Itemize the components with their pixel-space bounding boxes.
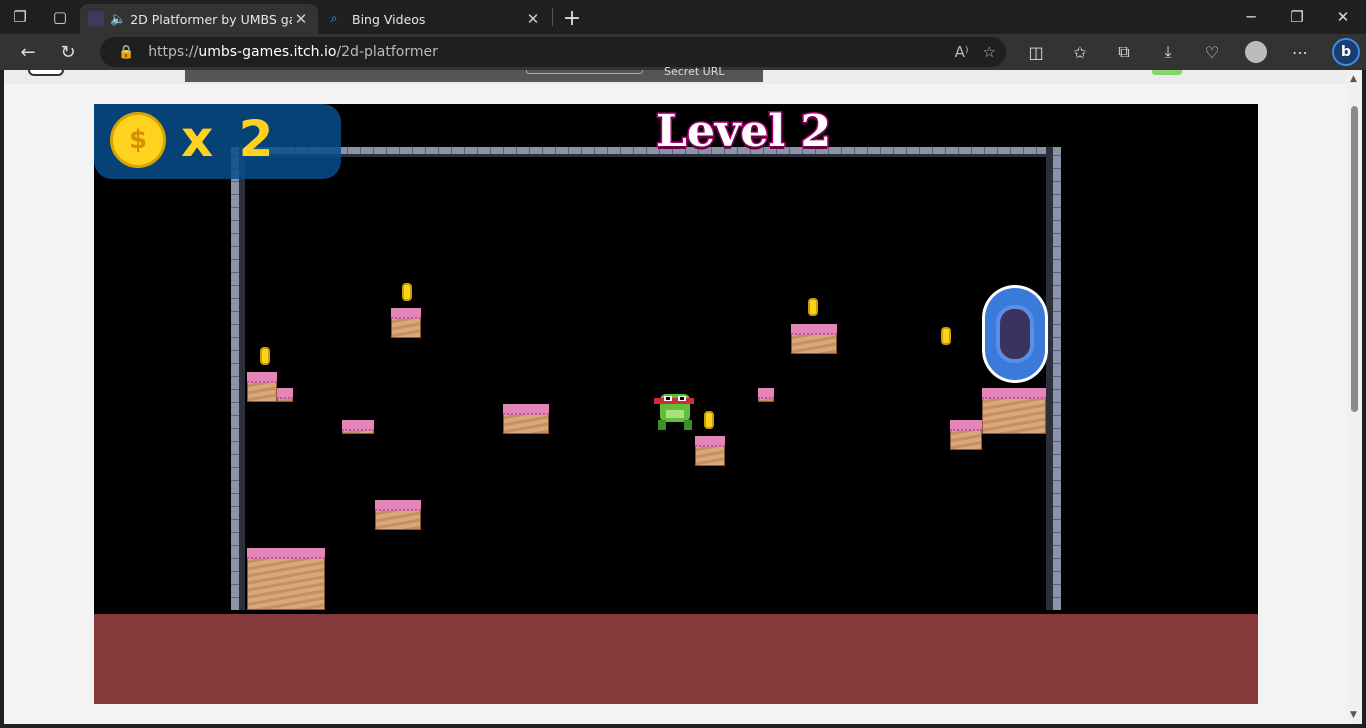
bing-copilot-icon[interactable]: b <box>1332 38 1360 66</box>
address-bar[interactable]: 🔒 https://umbs-games.itch.io/2d-platform… <box>100 37 1006 67</box>
platform <box>277 388 293 402</box>
game-floor-band <box>94 614 1258 704</box>
profile-avatar[interactable] <box>1245 41 1267 63</box>
close-tab-icon[interactable]: ✕ <box>292 10 310 28</box>
close-tab-icon[interactable]: ✕ <box>524 10 542 28</box>
tab-bing-videos[interactable]: ⌕ Bing Videos ✕ <box>318 4 550 34</box>
lock-icon[interactable]: 🔒 <box>118 45 134 60</box>
tab-actions-icon[interactable]: ▢ <box>40 0 80 34</box>
tab-2d-platformer[interactable]: 🔈 2D Platformer by UMBS games ✕ <box>80 4 318 34</box>
tab-title: Bing Videos <box>352 11 426 27</box>
coin <box>704 411 714 429</box>
wall-right <box>1046 147 1061 610</box>
restore-icon[interactable]: ❐ <box>1274 0 1320 34</box>
scroll-down-icon[interactable]: ▼ <box>1350 710 1357 720</box>
platform <box>391 308 421 338</box>
green-header-button[interactable] <box>1152 70 1182 75</box>
speaker-icon[interactable]: 🔈 <box>110 12 126 27</box>
more-icon[interactable]: ⋯ <box>1278 43 1322 62</box>
platform <box>982 388 1046 434</box>
wall-top <box>231 147 1061 157</box>
tab-title: 2D Platformer by UMBS games <box>130 11 292 27</box>
split-screen-icon[interactable]: ◫ <box>1014 43 1058 62</box>
platform <box>950 420 982 450</box>
tab-separator <box>552 8 553 26</box>
exit-portal <box>982 285 1048 383</box>
page-search-field[interactable] <box>526 70 643 74</box>
coin-icon: $ <box>110 112 166 168</box>
url-path: /2d-platformer <box>336 44 438 60</box>
coin <box>260 347 270 365</box>
url-host: umbs-games.itch.io <box>198 44 337 60</box>
workspaces-icon[interactable]: ❐ <box>0 0 40 34</box>
itch-favicon-icon <box>88 11 104 27</box>
refresh-icon[interactable]: ↻ <box>48 34 88 70</box>
wall-left <box>231 147 245 610</box>
coin <box>402 283 412 301</box>
scroll-up-icon[interactable]: ▲ <box>1350 74 1357 84</box>
game-canvas[interactable]: $ x 2 Level 2 <box>94 104 1258 614</box>
back-icon[interactable]: ← <box>8 34 48 70</box>
url-scheme: https:// <box>148 44 199 60</box>
read-aloud-icon[interactable]: A⁾ <box>955 43 969 61</box>
platform <box>247 372 277 402</box>
platform <box>342 420 374 434</box>
performance-icon[interactable]: ♡ <box>1190 43 1234 62</box>
platform <box>375 500 421 530</box>
downloads-icon[interactable]: ⤓ <box>1146 42 1190 62</box>
collections-icon[interactable]: ⧉ <box>1102 42 1146 62</box>
favorite-star-icon[interactable]: ☆ <box>983 43 996 61</box>
platform <box>247 548 325 610</box>
coin <box>941 327 951 345</box>
coin-counter-hud: $ x 2 <box>94 104 341 179</box>
secret-url-link[interactable]: Secret URL <box>664 65 724 78</box>
search-icon: ⌕ <box>330 11 338 25</box>
platform <box>503 404 549 434</box>
platform <box>758 388 774 402</box>
itch-logo[interactable] <box>28 70 64 76</box>
level-title: Level 2 <box>654 105 832 159</box>
new-tab-button[interactable]: + <box>555 3 589 33</box>
coin-count: x 2 <box>181 110 278 168</box>
favorites-icon[interactable]: ✩ <box>1058 43 1102 62</box>
coin <box>808 298 818 316</box>
scrollbar-thumb[interactable] <box>1351 106 1358 412</box>
vertical-scrollbar[interactable]: ▲ ▼ <box>1347 70 1362 724</box>
frog-player <box>654 394 694 430</box>
platform <box>791 324 837 354</box>
platform <box>695 436 725 466</box>
close-window-icon[interactable]: ✕ <box>1320 0 1366 34</box>
minimize-icon[interactable]: ─ <box>1228 0 1274 34</box>
title-bar: ❐ ▢ 🔈 2D Platformer by UMBS games ✕ ⌕ Bi… <box>0 0 1366 34</box>
